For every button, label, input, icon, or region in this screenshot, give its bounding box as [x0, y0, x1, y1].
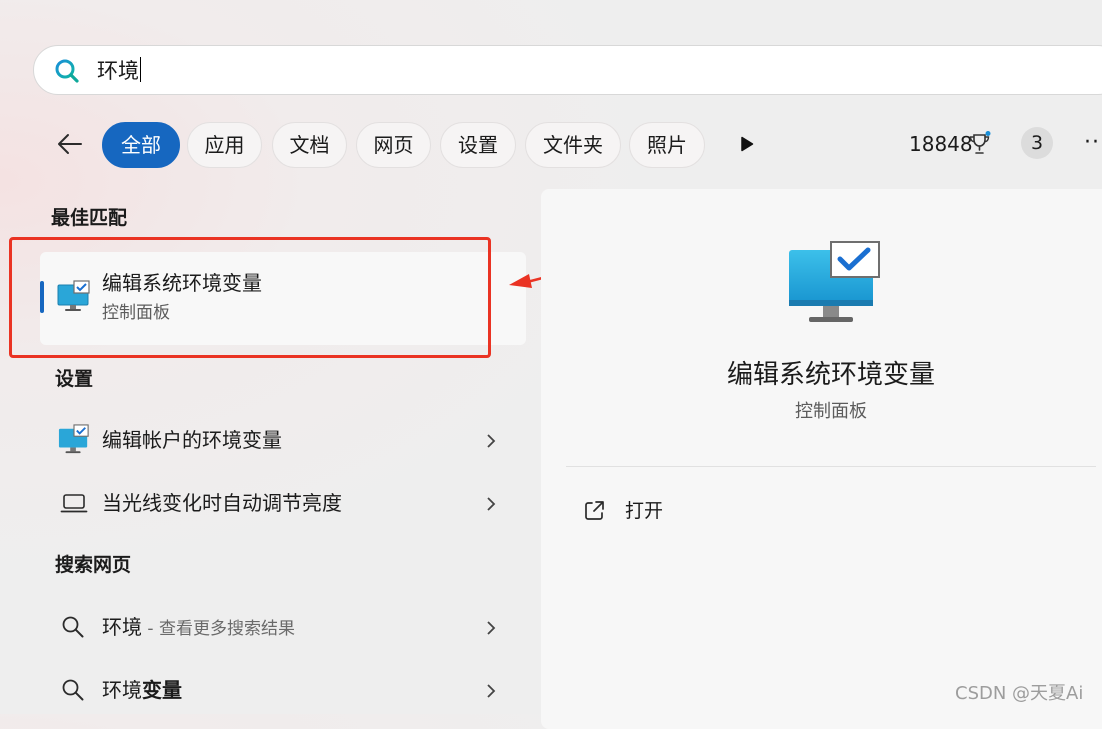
open-action[interactable] [566, 484, 866, 538]
rewards-points[interactable]: 18848 [909, 131, 973, 157]
web-result-label: 环境 - 查看更多搜索结果 [102, 614, 295, 642]
monitor-check-icon [58, 424, 89, 454]
search-icon [62, 679, 84, 701]
tab-folders[interactable]: 文件夹 [525, 122, 621, 168]
chevron-right-icon [487, 497, 496, 511]
search-icon [55, 59, 79, 83]
more-options-button[interactable]: ··· [1084, 130, 1102, 156]
text-caret [140, 57, 141, 82]
web-result-label: 环境变量 [102, 677, 182, 703]
tab-web[interactable]: 网页 [356, 122, 431, 168]
search-query-text: 环境 [97, 59, 139, 83]
settings-heading: 设置 [55, 368, 94, 390]
web-result-bold-text: 变量 [142, 678, 182, 702]
tab-documents[interactable]: 文档 [272, 122, 347, 168]
web-search-heading: 搜索网页 [55, 554, 132, 576]
tab-apps[interactable]: 应用 [187, 122, 262, 168]
search-box[interactable] [33, 45, 1102, 95]
settings-item-label: 当光线变化时自动调节亮度 [102, 491, 342, 515]
trophy-icon[interactable] [968, 131, 992, 157]
monitor-check-icon [789, 241, 880, 322]
best-match-heading: 最佳匹配 [51, 207, 128, 229]
preview-subtitle: 控制面板 [795, 401, 867, 422]
web-result-query: 环境 [102, 678, 142, 702]
preview-title: 编辑系统环境变量 [726, 360, 935, 390]
divider [566, 466, 1096, 467]
play-more-filters-icon[interactable] [740, 136, 754, 152]
search-icon [62, 616, 84, 638]
open-label: 打开 [625, 500, 664, 522]
chevron-right-icon [487, 684, 496, 698]
laptop-icon [60, 494, 88, 513]
watermark: CSDN @天夏Ai [955, 683, 1084, 704]
tab-settings[interactable]: 设置 [440, 122, 516, 168]
highlight-annotation-box [9, 237, 491, 358]
search-input[interactable]: 环境 [97, 57, 141, 84]
open-external-icon [585, 501, 604, 520]
tab-all[interactable]: 全部 [102, 122, 180, 168]
notification-badge[interactable]: 3 [1021, 127, 1053, 159]
web-result-suffix: - 查看更多搜索结果 [142, 619, 295, 639]
tab-photos[interactable]: 照片 [629, 122, 705, 168]
web-result-query: 环境 [102, 615, 142, 639]
chevron-right-icon [487, 621, 496, 635]
back-arrow-icon[interactable] [56, 130, 84, 158]
settings-item-label: 编辑帐户的环境变量 [102, 428, 282, 452]
chevron-right-icon [487, 434, 496, 448]
